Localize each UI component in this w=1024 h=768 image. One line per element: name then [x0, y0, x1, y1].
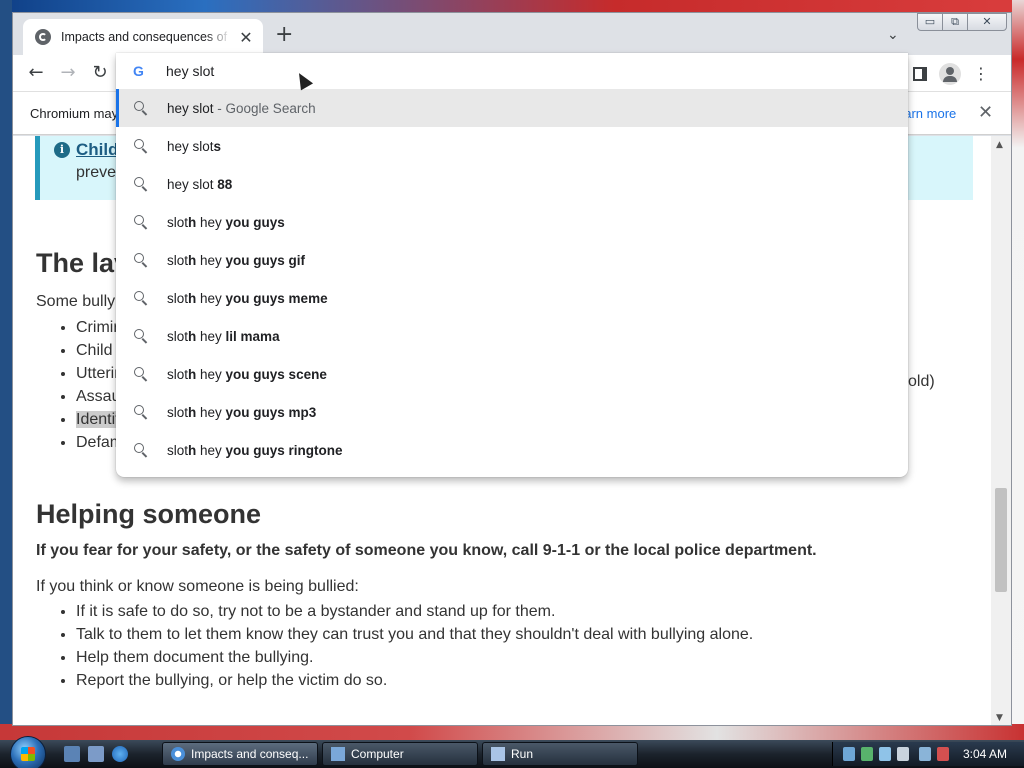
minimize-button[interactable]: ▭: [917, 13, 943, 31]
forward-button[interactable]: →: [55, 60, 81, 86]
back-button[interactable]: ←: [23, 60, 49, 86]
helping-list: If it is safe to do so, try not to be a …: [36, 600, 753, 692]
suggestion-item[interactable]: hey slot 88: [116, 165, 908, 203]
suggestion-text: sloth hey you guys meme: [167, 290, 328, 306]
scrollbar-thumb[interactable]: [995, 488, 1007, 592]
scroll-down-icon[interactable]: ▼: [996, 713, 1003, 723]
taskbar-item-label: Run: [511, 747, 534, 761]
start-button[interactable]: [10, 736, 46, 768]
law-item-tail: old): [908, 373, 935, 390]
suggestion-item[interactable]: sloth hey you guys meme: [116, 279, 908, 317]
close-window-button[interactable]: ✕: [967, 13, 1007, 31]
info-bar-message: Chromium may: [30, 106, 119, 121]
taskbar-item-run[interactable]: Run: [482, 742, 638, 766]
search-icon: [134, 139, 144, 149]
search-icon: [134, 443, 144, 453]
tab-search-button[interactable]: ⌄: [887, 27, 899, 43]
tray-app-icon[interactable]: [897, 747, 909, 761]
internet-explorer-icon[interactable]: [112, 746, 128, 762]
tray-network-icon[interactable]: [919, 747, 931, 761]
list-item: Help them document the bullying.: [76, 646, 753, 669]
suggestion-item[interactable]: hey slot - Google Search: [116, 89, 908, 127]
helping-heading: Helping someone: [36, 499, 262, 529]
suggestion-item[interactable]: sloth hey you guys: [116, 203, 908, 241]
google-icon: G: [133, 63, 144, 79]
tab-close-icon[interactable]: ✕: [237, 28, 255, 47]
taskbar-item-browser[interactable]: Impacts and conseq...: [162, 742, 318, 766]
clock[interactable]: 3:04 AM: [963, 747, 1007, 761]
search-icon: [134, 329, 144, 339]
side-panel-icon[interactable]: [913, 67, 927, 81]
suggestion-text: sloth hey you guys mp3: [167, 404, 317, 420]
list-item: If it is safe to do so, try not to be a …: [76, 600, 753, 623]
tray-update-icon[interactable]: [861, 747, 873, 761]
toolbar-actions: ⋮: [913, 63, 989, 85]
reload-button[interactable]: ↻: [87, 60, 113, 86]
info-bar-close-icon[interactable]: ✕: [978, 102, 993, 123]
suggestion-text: sloth hey you guys: [167, 214, 285, 230]
suggestion-text: sloth hey you guys gif: [167, 252, 306, 268]
taskbar-item-label: Computer: [351, 747, 404, 761]
search-icon: [134, 291, 144, 301]
desktop-background-left: [0, 0, 12, 740]
tab-title: Impacts and consequences of bullying: [61, 30, 231, 44]
suggestion-text: hey slots: [167, 138, 222, 154]
law-list: Crimir Child Utterin Assau Identit Defam: [36, 316, 123, 454]
suggestion-item[interactable]: sloth hey you guys ringtone: [116, 431, 908, 469]
suggestion-text: hey slot 88: [167, 176, 233, 192]
chromium-icon: [171, 747, 185, 761]
profile-avatar-icon[interactable]: [939, 63, 961, 85]
browser-menu-button[interactable]: ⋮: [973, 66, 989, 82]
omnibox-input-row: G: [116, 53, 908, 89]
search-icon: [134, 101, 144, 111]
page-scrollbar[interactable]: ▲ ▼: [991, 136, 1011, 725]
search-icon: [134, 253, 144, 263]
suggestion-text: sloth hey you guys scene: [167, 366, 327, 382]
scroll-up-icon[interactable]: ▲: [996, 140, 1003, 150]
desktop-background-right: [1012, 0, 1024, 740]
page-favicon-icon: [35, 29, 51, 45]
search-icon: [134, 215, 144, 225]
suggestion-text: sloth hey you guys ringtone: [167, 442, 343, 458]
list-item: Report the bullying, or help the victim …: [76, 669, 753, 692]
suggestion-text: hey slot - Google Search: [167, 100, 316, 116]
search-icon: [134, 367, 144, 377]
tab-strip: Impacts and consequences of bullying ✕ +…: [13, 13, 1011, 55]
suggestion-item[interactable]: hey slots: [116, 127, 908, 165]
helping-warning: If you fear for your safety, or the safe…: [36, 542, 817, 559]
computer-icon: [331, 747, 345, 761]
taskbar-item-computer[interactable]: Computer: [322, 742, 478, 766]
helping-intro: If you think or know someone is being bu…: [36, 578, 359, 595]
search-icon: [134, 177, 144, 187]
suggestion-item[interactable]: sloth hey you guys mp3: [116, 393, 908, 431]
desktop-background-bottom: [0, 724, 1024, 740]
info-icon: i: [54, 142, 70, 158]
suggestion-text: sloth hey lil mama: [167, 328, 280, 344]
tray-app-icon[interactable]: [879, 747, 891, 761]
switch-windows-icon[interactable]: [88, 746, 104, 762]
tab-active[interactable]: Impacts and consequences of bullying ✕: [23, 19, 263, 55]
run-icon: [491, 747, 505, 761]
taskbar: Impacts and conseq... Computer Run 3:04 …: [0, 736, 1024, 768]
tray-volume-muted-icon[interactable]: [937, 747, 949, 761]
address-input[interactable]: [166, 59, 866, 83]
show-desktop-icon[interactable]: [64, 746, 80, 762]
omnibox-suggestions: G hey slot - Google Search hey slots hey s…: [116, 53, 908, 477]
list-item: Talk to them to let them know they can t…: [76, 623, 753, 646]
suggestion-item[interactable]: sloth hey you guys scene: [116, 355, 908, 393]
new-tab-button[interactable]: +: [275, 24, 293, 46]
taskbar-item-label: Impacts and conseq...: [191, 747, 309, 761]
desktop-background-top: [0, 0, 1024, 12]
law-intro: Some bullyi: [36, 293, 119, 310]
maximize-button[interactable]: ⧉: [942, 13, 968, 31]
suggestion-item[interactable]: sloth hey lil mama: [116, 317, 908, 355]
search-icon: [134, 405, 144, 415]
suggestion-item[interactable]: sloth hey you guys gif: [116, 241, 908, 279]
system-tray: 3:04 AM: [832, 742, 1024, 766]
tray-network-icon[interactable]: [843, 747, 855, 761]
